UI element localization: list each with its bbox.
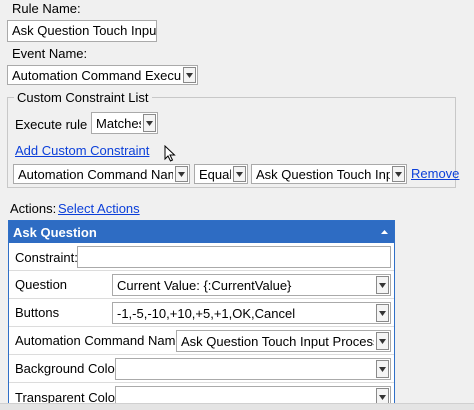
question-value: Current Value: {:CurrentValue} xyxy=(117,277,292,293)
panel-title: Ask Question xyxy=(13,224,97,240)
event-name-select[interactable]: Automation Command Executed xyxy=(7,65,198,85)
constraint-operator-value: Equals xyxy=(199,166,231,182)
question-select[interactable]: Current Value: {:CurrentValue} xyxy=(112,274,391,296)
constraint-field-value: Automation Command Name xyxy=(18,166,173,182)
background-color-select[interactable] xyxy=(115,358,391,380)
ask-question-panel-header[interactable]: Ask Question xyxy=(9,221,394,243)
constraint-match-select[interactable]: Ask Question Touch Input xyxy=(251,164,407,184)
question-row: Question Current Value: {:CurrentValue} xyxy=(9,271,394,299)
ask-question-panel: Ask Question Constraint: Question Curren… xyxy=(8,220,395,409)
constraint-row-label: Constraint: xyxy=(15,249,78,265)
add-custom-constraint-link[interactable]: Add Custom Constraint xyxy=(15,143,149,158)
constraint-row: Constraint: xyxy=(9,244,394,271)
constraint-field-select[interactable]: Automation Command Name xyxy=(13,164,190,184)
buttons-row: Buttons -1,-5,-10,+10,+5,+1,OK,Cancel xyxy=(9,299,394,327)
chevron-down-icon[interactable] xyxy=(392,166,405,182)
mouse-cursor-icon xyxy=(164,145,176,162)
actions-label: Actions: xyxy=(10,201,57,216)
constraint-input[interactable] xyxy=(77,246,391,268)
chevron-down-icon[interactable] xyxy=(376,276,389,294)
chevron-down-icon[interactable] xyxy=(376,304,389,322)
automation-command-label: Automation Command Name xyxy=(15,333,183,348)
constraint-match-value: Ask Question Touch Input xyxy=(256,166,390,182)
automation-command-select[interactable]: Ask Question Touch Input Processing xyxy=(176,330,391,352)
execute-rule-select[interactable]: Matches xyxy=(91,112,158,134)
remove-constraint-link[interactable]: Remove xyxy=(411,166,459,181)
chevron-down-icon[interactable] xyxy=(175,166,188,182)
buttons-label: Buttons xyxy=(15,305,60,320)
chevron-down-icon[interactable] xyxy=(376,360,389,378)
background-color-label: Background Color xyxy=(15,361,120,376)
custom-constraint-group-title: Custom Constraint List xyxy=(14,90,152,105)
event-name-value: Automation Command Executed xyxy=(12,67,181,83)
chevron-down-icon[interactable] xyxy=(376,332,389,350)
chevron-down-icon[interactable] xyxy=(233,166,246,182)
collapse-icon[interactable] xyxy=(381,230,388,234)
automation-command-value: Ask Question Touch Input Processing xyxy=(181,333,374,349)
question-label: Question xyxy=(15,277,68,292)
execute-rule-label: Execute rule if xyxy=(15,117,98,132)
background-color-row: Background Color xyxy=(9,355,394,383)
rule-name-label: Rule Name: xyxy=(12,1,81,16)
buttons-value: -1,-5,-10,+10,+5,+1,OK,Cancel xyxy=(117,305,296,321)
select-actions-link[interactable]: Select Actions xyxy=(58,201,140,216)
event-name-label: Event Name: xyxy=(12,46,88,61)
chevron-down-icon[interactable] xyxy=(183,67,196,83)
background-color-value xyxy=(120,359,374,379)
rule-name-input[interactable]: Ask Question Touch Input xyxy=(7,20,157,42)
constraint-operator-select[interactable]: Equals xyxy=(194,164,248,184)
automation-command-row: Automation Command Name Ask Question Tou… xyxy=(9,327,394,355)
buttons-select[interactable]: -1,-5,-10,+10,+5,+1,OK,Cancel xyxy=(112,302,391,324)
chevron-down-icon[interactable] xyxy=(143,114,156,132)
execute-rule-value: Matches xyxy=(96,115,141,131)
